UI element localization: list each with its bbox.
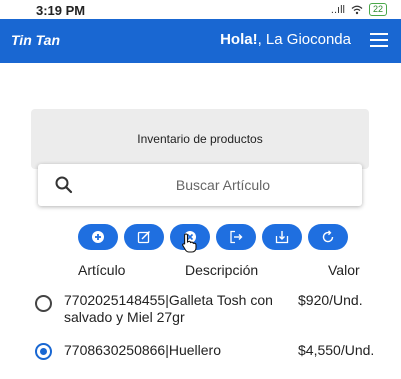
add-circle-icon (92, 231, 104, 243)
download-icon (275, 231, 289, 244)
greeting-name: , La Gioconda (257, 31, 351, 48)
signal-icon: ..ıll (330, 3, 345, 16)
row-description: 7708630250866|Huellero (64, 342, 221, 358)
row-price: $4,550/Und. (298, 342, 375, 358)
search-bar[interactable] (38, 164, 362, 206)
download-button[interactable] (262, 224, 302, 250)
top-navbar: Tin Tan Hola!, La Gioconda (0, 19, 401, 63)
page-title-card: Inventario de productos (31, 109, 369, 169)
page-title: Inventario de productos (137, 132, 263, 146)
hamburger-menu-icon[interactable] (370, 33, 388, 47)
row-select-radio[interactable] (35, 343, 52, 360)
brand-logo-text[interactable]: Tin Tan (11, 32, 60, 48)
status-time: 3:19 PM (36, 3, 86, 18)
refresh-icon (322, 230, 334, 243)
greeting: Hola!, La Gioconda (220, 31, 351, 48)
row-description: 7702025148455|Galleta Tosh con salvado y… (64, 292, 273, 325)
status-icons: ..ıll 22 (331, 3, 387, 16)
battery-icon: 22 (368, 3, 387, 16)
greeting-prefix: Hola! (220, 31, 258, 48)
row-price: $920/Und. (298, 292, 363, 308)
exit-icon (230, 230, 243, 244)
edit-icon (137, 231, 150, 244)
search-input[interactable] (98, 173, 348, 197)
add-button[interactable] (78, 224, 118, 250)
column-header-descripcion: Descripción (185, 262, 259, 278)
column-header-valor: Valor (328, 262, 360, 278)
row-select-radio[interactable] (35, 295, 52, 312)
search-icon[interactable] (54, 175, 74, 195)
refresh-button[interactable] (308, 224, 348, 250)
status-bar: 3:19 PM ..ıll 22 (0, 0, 401, 19)
edit-button[interactable] (124, 224, 164, 250)
exit-button[interactable] (216, 224, 256, 250)
wifi-icon (351, 5, 363, 14)
hand-pointer-cursor-icon (182, 233, 197, 253)
action-toolbar (78, 224, 348, 250)
column-header-articulo: Artículo (78, 262, 126, 278)
